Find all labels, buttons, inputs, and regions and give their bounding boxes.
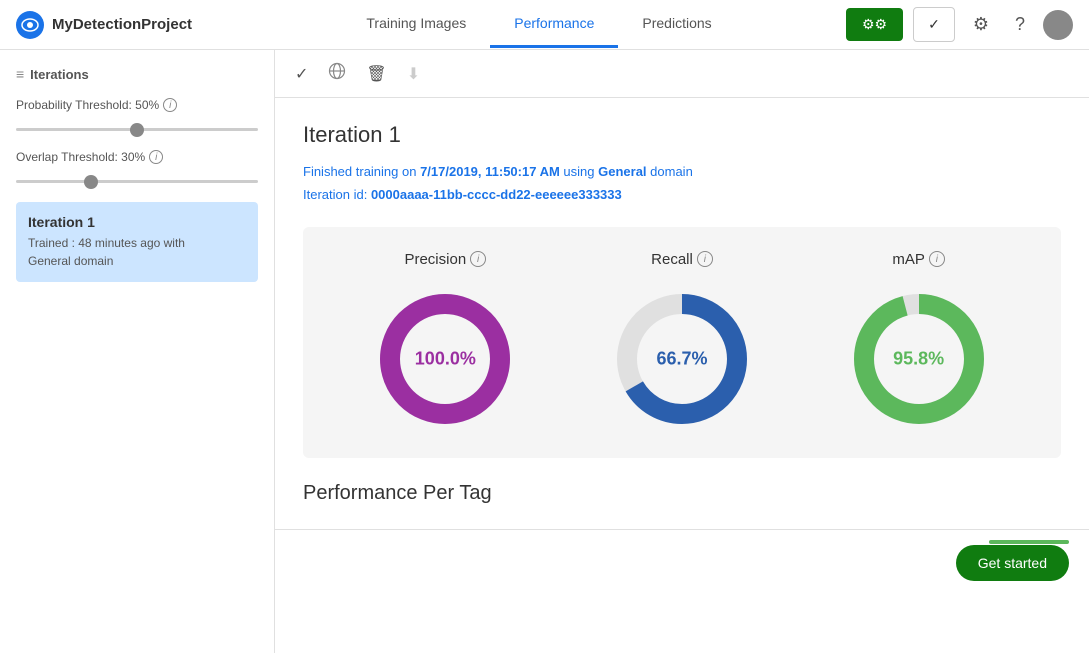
iteration-card[interactable]: Iteration 1 Trained : 48 minutes ago wit…: [16, 202, 258, 282]
recall-info-icon[interactable]: i: [697, 251, 713, 267]
training-domain: General: [598, 164, 646, 179]
tab-predictions[interactable]: Predictions: [618, 1, 735, 48]
overlap-threshold-slider[interactable]: [16, 180, 258, 183]
main-nav: Training Images Performance Predictions: [232, 1, 846, 48]
sidebar: ≡ Iterations Probability Threshold: 50% …: [0, 50, 275, 653]
training-info: Finished training on 7/17/2019, 11:50:17…: [303, 160, 1061, 207]
overlap-threshold-container: Overlap Threshold: 30% i: [16, 150, 258, 186]
iteration-card-description: Trained : 48 minutes ago withGeneral dom…: [28, 234, 246, 270]
precision-info-icon[interactable]: i: [470, 251, 486, 267]
precision-label: Precision i: [370, 251, 520, 268]
user-avatar[interactable]: [1043, 10, 1073, 40]
get-started-button[interactable]: Get started: [956, 545, 1069, 581]
training-date: 7/17/2019, 11:50:17 AM: [420, 164, 560, 179]
toolbar-globe-icon[interactable]: [328, 62, 346, 85]
tab-training-images[interactable]: Training Images: [342, 1, 490, 48]
map-label: mAP i: [844, 251, 994, 268]
metrics-panel: Precision i 100.0% Recall: [303, 227, 1061, 458]
toolbar-delete-icon[interactable]: 🗑: [366, 64, 386, 84]
training-prefix: Finished training on: [303, 164, 420, 179]
train-button[interactable]: ⚙⚙: [846, 8, 903, 41]
tab-performance[interactable]: Performance: [490, 1, 618, 48]
training-mid: using: [560, 164, 598, 179]
training-suffix: domain: [647, 164, 693, 179]
map-metric: mAP i 95.8%: [844, 251, 994, 434]
settings-button[interactable]: ⚙: [965, 10, 997, 39]
map-donut: 95.8%: [844, 284, 994, 434]
iteration-id: 0000aaaa-11bb-cccc-dd22-eeeeee333333: [371, 187, 622, 202]
overlap-threshold-label: Overlap Threshold: 30% i: [16, 150, 258, 164]
content-body: Iteration 1 Finished training on 7/17/20…: [275, 98, 1089, 529]
probability-threshold-slider[interactable]: [16, 128, 258, 131]
publish-button[interactable]: ✓: [913, 7, 955, 42]
help-button[interactable]: ?: [1007, 10, 1033, 39]
app-logo: MyDetectionProject: [16, 11, 192, 39]
recall-value: 66.7%: [656, 348, 707, 369]
recall-donut: 66.7%: [607, 284, 757, 434]
main-layout: ≡ Iterations Probability Threshold: 50% …: [0, 50, 1089, 653]
recall-metric: Recall i 66.7%: [607, 251, 757, 434]
header: MyDetectionProject Training Images Perfo…: [0, 0, 1089, 50]
checkmark-icon: ✓: [928, 16, 940, 33]
sidebar-section-title: ≡ Iterations: [16, 66, 258, 82]
precision-value: 100.0%: [415, 348, 476, 369]
recall-label: Recall i: [607, 251, 757, 268]
probability-info-icon[interactable]: i: [163, 98, 177, 112]
toolbar-download-icon[interactable]: ⬇: [407, 64, 420, 84]
precision-donut: 100.0%: [370, 284, 520, 434]
header-actions: ⚙⚙ ✓ ⚙ ?: [846, 7, 1073, 42]
precision-metric: Precision i 100.0%: [370, 251, 520, 434]
map-value: 95.8%: [893, 348, 944, 369]
probability-threshold-label: Probability Threshold: 50% i: [16, 98, 258, 112]
probability-threshold-container: Probability Threshold: 50% i: [16, 98, 258, 134]
toolbar-check-icon[interactable]: ✓: [295, 64, 308, 84]
map-info-icon[interactable]: i: [929, 251, 945, 267]
performance-per-tag-label: Performance Per Tag: [303, 482, 1061, 505]
iteration-id-prefix: Iteration id:: [303, 187, 371, 202]
iteration-card-title: Iteration 1: [28, 214, 246, 230]
progress-bar: [989, 540, 1069, 544]
logo-icon: [16, 11, 44, 39]
help-icon: ?: [1015, 14, 1025, 35]
content-toolbar: ✓ 🗑 ⬇: [275, 50, 1089, 98]
content-area: ✓ 🗑 ⬇ Iteration 1 Finished training on 7…: [275, 50, 1089, 653]
train-gear-icon: ⚙⚙: [862, 16, 887, 33]
overlap-info-icon[interactable]: i: [149, 150, 163, 164]
iteration-heading: Iteration 1: [303, 122, 1061, 148]
layers-icon: ≡: [16, 66, 24, 82]
settings-icon: ⚙: [973, 14, 989, 35]
app-title: MyDetectionProject: [52, 16, 192, 33]
